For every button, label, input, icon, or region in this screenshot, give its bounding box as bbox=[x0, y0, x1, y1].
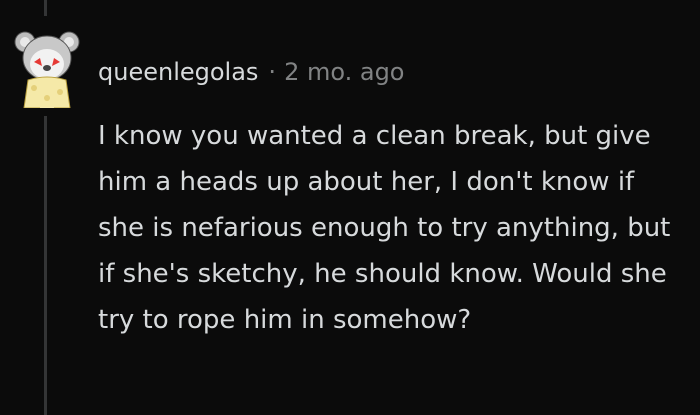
koala-avatar-icon[interactable] bbox=[12, 22, 82, 109]
comment-page: queenlegolas · 2 mo. ago I know you want… bbox=[0, 0, 700, 415]
comment-body: I know you wanted a clean break, but giv… bbox=[98, 121, 671, 335]
thread-line-top[interactable] bbox=[44, 0, 47, 16]
thread-line[interactable] bbox=[44, 116, 47, 415]
meta-separator: · bbox=[268, 58, 277, 86]
comment-timestamp[interactable]: 2 mo. ago bbox=[284, 52, 404, 92]
username-link[interactable]: queenlegolas bbox=[98, 52, 258, 92]
comment-meta: queenlegolas · 2 mo. ago bbox=[98, 52, 404, 92]
